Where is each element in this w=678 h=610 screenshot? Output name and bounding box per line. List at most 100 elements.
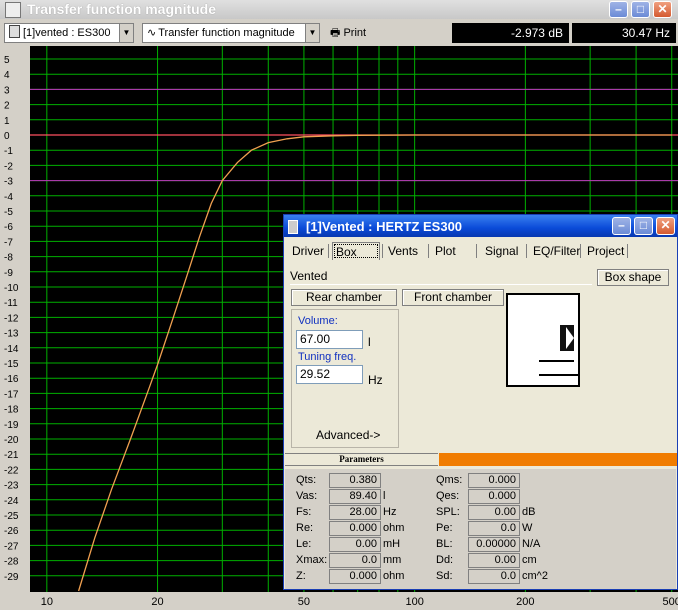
x-tick-label: 20 <box>151 596 163 608</box>
y-tick-label: -23 <box>4 481 19 492</box>
y-tick-label: -26 <box>4 526 19 537</box>
param-unit: cm^2 <box>522 570 548 582</box>
param-label: Qms: <box>436 474 463 486</box>
param-label: BL: <box>436 538 453 550</box>
y-tick-label: -27 <box>4 541 19 552</box>
y-tick-label: -13 <box>4 329 19 340</box>
volume-label: Volume: <box>298 315 338 327</box>
x-tick-label: 500 <box>663 596 678 608</box>
y-tick-label: -1 <box>4 146 13 157</box>
x-tick-label: 100 <box>405 596 423 608</box>
driver-select[interactable]: [1]vented : ES300 ▼ <box>4 23 134 43</box>
param-value: 0.000 <box>468 489 520 504</box>
tab-vents[interactable]: Vents <box>385 242 421 260</box>
front-chamber-button[interactable]: Front chamber <box>402 289 504 306</box>
y-tick-label: -14 <box>4 344 19 355</box>
chevron-down-icon[interactable]: ▼ <box>305 24 319 42</box>
dialog-icon <box>288 220 298 234</box>
param-unit: mH <box>383 538 401 550</box>
param-label: Dd: <box>436 554 454 566</box>
box-shape-button[interactable]: Box shape <box>597 269 669 286</box>
x-tick-label: 10 <box>41 596 53 608</box>
dialog-minimize-button[interactable]: – <box>612 217 631 235</box>
tab-eq-filter[interactable]: EQ/Filter <box>530 242 583 260</box>
param-value: 0.380 <box>329 473 381 488</box>
param-label: Z: <box>296 570 306 582</box>
box-type-label: Vented <box>290 269 592 285</box>
y-tick-label: -9 <box>4 268 13 279</box>
chevron-down-icon[interactable]: ▼ <box>119 24 133 42</box>
param-value: 0.000 <box>468 473 520 488</box>
y-tick-label: -25 <box>4 511 19 522</box>
minimize-button[interactable]: – <box>609 1 628 18</box>
param-label: Vas: <box>296 490 318 502</box>
dialog-close-button[interactable]: ✕ <box>656 217 675 235</box>
tab-box[interactable]: Box <box>332 242 380 260</box>
param-value: 0.000 <box>329 569 381 584</box>
y-tick-label: -20 <box>4 435 19 446</box>
x-tick-label: 200 <box>516 596 534 608</box>
tab-project[interactable]: Project <box>584 242 627 260</box>
tab-plot[interactable]: Plot <box>432 242 459 260</box>
y-tick-label: -5 <box>4 207 13 218</box>
volume-input[interactable]: 67.00 <box>296 330 363 349</box>
parameters-panel: Qts: 0.380 Vas: 89.40 l Fs: 28.00 Hz Re: 0.000 ohm… <box>285 469 676 589</box>
y-tick-label: 5 <box>4 55 10 66</box>
y-tick-label: -7 <box>4 237 13 248</box>
param-unit: cm <box>522 554 537 566</box>
param-label: Xmax: <box>296 554 328 566</box>
y-tick-label: -29 <box>4 572 19 583</box>
dialog-maximize-button[interactable]: □ <box>634 217 653 235</box>
param-unit: ohm <box>383 522 405 534</box>
y-tick-label: -19 <box>4 420 19 431</box>
param-value: 0.0 <box>468 521 520 536</box>
tab-driver[interactable]: Driver <box>289 242 327 260</box>
y-tick-label: -15 <box>4 359 19 370</box>
view-select[interactable]: ∿ Transfer function magnitude ▼ <box>142 23 320 43</box>
driver-select-value: [1]vented : ES300 <box>23 27 111 39</box>
param-value: 0.0 <box>468 569 520 584</box>
box-diagram <box>506 293 580 387</box>
wave-icon: ∿ <box>147 27 157 39</box>
x-tick-label: 50 <box>298 596 310 608</box>
advanced-button[interactable]: Advanced-> <box>316 428 380 442</box>
printer-icon: 🖶 <box>330 27 341 39</box>
close-button[interactable]: ✕ <box>653 1 672 18</box>
maximize-button[interactable]: □ <box>631 1 650 18</box>
print-label: Print <box>343 27 367 39</box>
y-tick-label: 4 <box>4 70 10 81</box>
y-tick-label: 3 <box>4 85 10 96</box>
tuning-input[interactable]: 29.52 <box>296 365 363 384</box>
param-label: Qes: <box>436 490 460 502</box>
param-unit: ohm <box>383 570 405 582</box>
param-label: Fs: <box>296 506 312 518</box>
param-value: 28.00 <box>329 505 381 520</box>
param-unit: dB <box>522 506 536 518</box>
tuning-label: Tuning freq. <box>298 351 357 363</box>
y-tick-label: -22 <box>4 465 19 476</box>
dialog-tabs: Driver Box Vents Plot Signal EQ/Filter P… <box>286 242 676 260</box>
y-tick-label: -21 <box>4 450 19 461</box>
param-value: 0.00 <box>468 505 520 520</box>
main-title-bar: Transfer function magnitude – □ ✕ <box>0 0 678 19</box>
y-tick-label: -6 <box>4 222 13 233</box>
param-unit: N/A <box>522 538 541 550</box>
view-select-value: Transfer function magnitude <box>158 27 295 39</box>
window-title: Transfer function magnitude <box>27 1 217 17</box>
y-tick-label: 0 <box>4 131 10 142</box>
param-value: 89.40 <box>329 489 381 504</box>
volume-unit: l <box>368 335 371 349</box>
tab-signal[interactable]: Signal <box>482 242 521 260</box>
box-dialog: [1]Vented : HERTZ ES300 – □ ✕ Driver Box… <box>283 214 678 590</box>
param-label: Le: <box>296 538 312 550</box>
parameters-header[interactable]: Parameters <box>285 453 438 466</box>
y-tick-label: -24 <box>4 496 19 507</box>
y-tick-label: -11 <box>4 298 18 309</box>
print-button[interactable]: 🖶 Print <box>330 24 366 42</box>
param-value: 0.000 <box>329 521 381 536</box>
y-tick-label: -16 <box>4 374 19 385</box>
rear-chamber-button[interactable]: Rear chamber <box>291 289 397 306</box>
parameters-bar <box>439 453 677 466</box>
y-tick-label: -28 <box>4 557 19 568</box>
param-value: 0.0 <box>329 553 381 568</box>
